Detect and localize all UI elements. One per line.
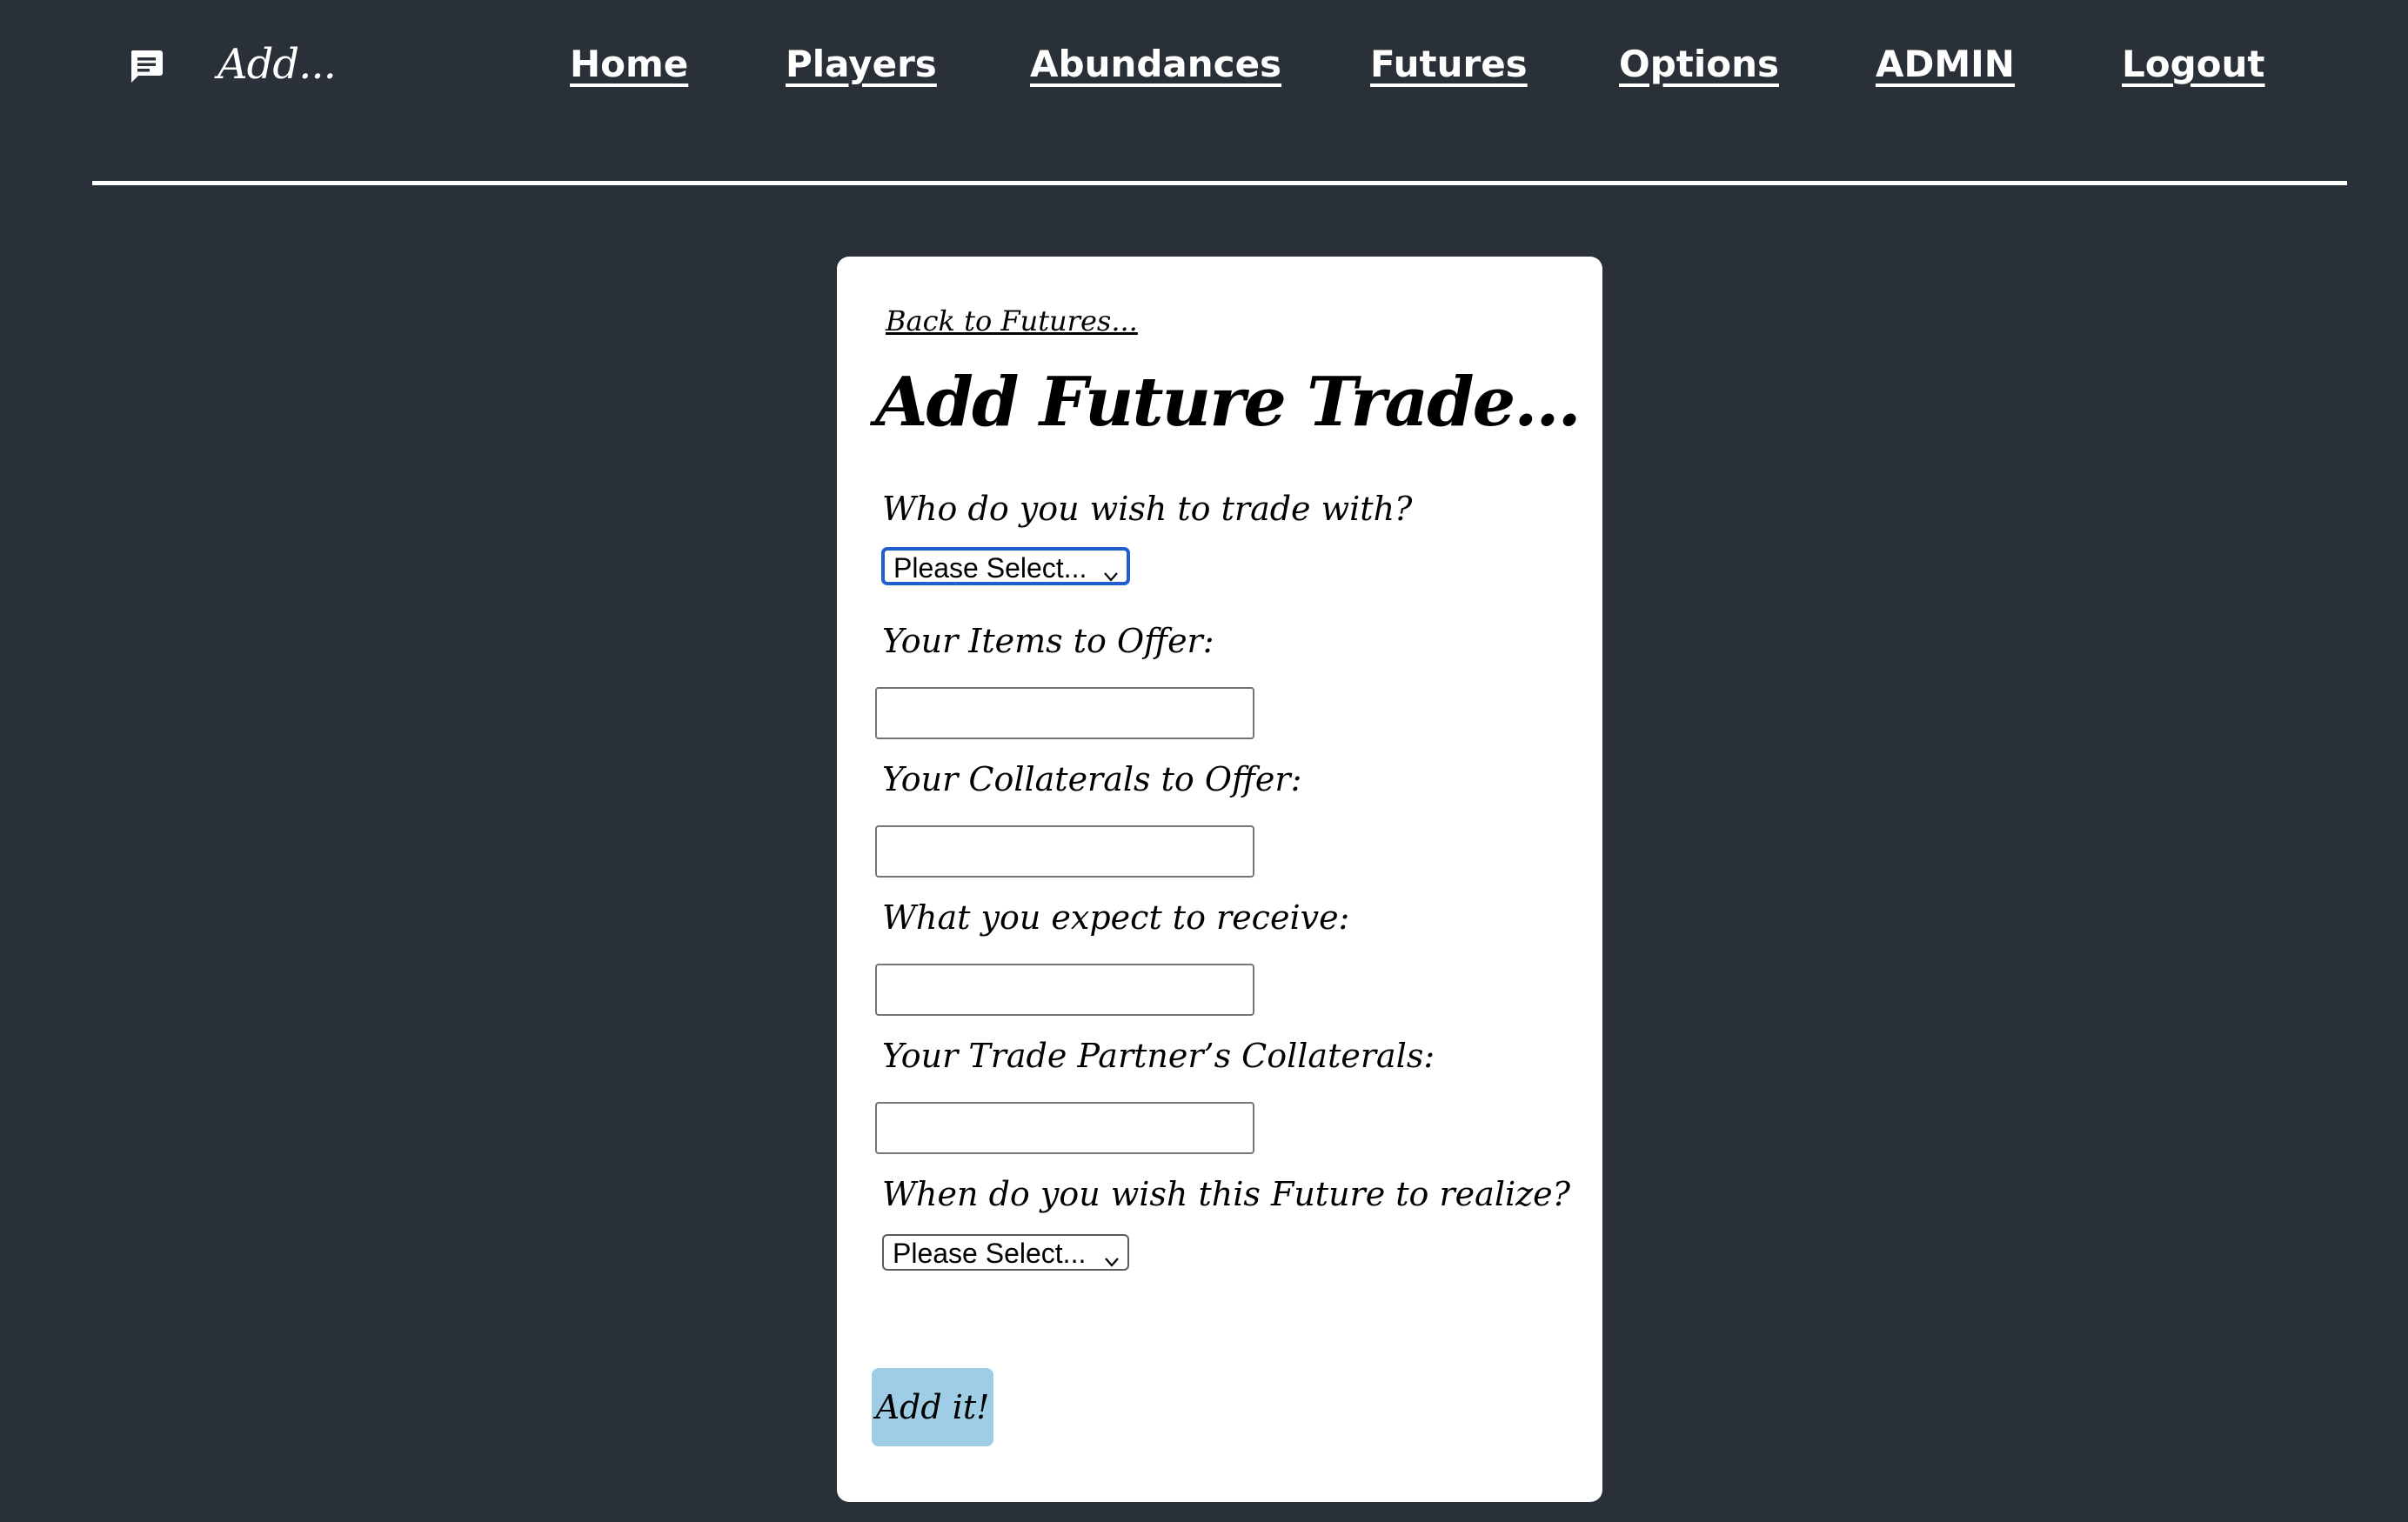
items-offer-input[interactable] (875, 687, 1254, 739)
realize-date-select[interactable]: Please Select... (882, 1234, 1129, 1271)
chat-icon[interactable] (127, 47, 165, 85)
page-tag: Add... (217, 40, 337, 89)
realize-date-selected-value: Please Select... (893, 1238, 1087, 1269)
collaterals-offer-label: Your Collaterals to Offer: (882, 760, 1302, 798)
top-header: Add... Home Players Abundances Futures O… (0, 0, 2408, 188)
trade-partner-label: Who do you wish to trade with? (882, 490, 1413, 528)
trade-partner-select[interactable]: Please Select... (882, 548, 1129, 584)
add-future-trade-card: Back to Futures... Add Future Trade... W… (837, 257, 1602, 1502)
nav-players-link[interactable]: Players (786, 33, 937, 96)
nav-logout-link[interactable]: Logout (2122, 33, 2265, 96)
back-to-futures-link[interactable]: Back to Futures... (886, 300, 1138, 342)
header-divider (92, 181, 2347, 185)
realize-date-label: When do you wish this Future to realize? (882, 1175, 1571, 1213)
collaterals-offer-input[interactable] (875, 825, 1254, 878)
expect-receive-label: What you expect to receive: (882, 898, 1350, 937)
partner-collaterals-label: Your Trade Partner’s Collaterals: (882, 1037, 1435, 1075)
add-it-button[interactable]: Add it! (872, 1368, 993, 1446)
chevron-down-icon (1103, 1245, 1120, 1267)
trade-partner-selected-value: Please Select... (893, 552, 1087, 584)
chevron-down-icon (1102, 559, 1120, 582)
nav-futures-link[interactable]: Futures (1370, 33, 1528, 96)
partner-collaterals-input[interactable] (875, 1102, 1254, 1154)
page-title: Add Future Trade... (875, 363, 1582, 442)
expect-receive-input[interactable] (875, 964, 1254, 1016)
nav-options-link[interactable]: Options (1619, 33, 1779, 96)
nav-abundances-link[interactable]: Abundances (1030, 33, 1281, 96)
items-offer-label: Your Items to Offer: (882, 622, 1214, 660)
nav-admin-link[interactable]: ADMIN (1876, 33, 2015, 96)
nav-home-link[interactable]: Home (570, 33, 688, 96)
